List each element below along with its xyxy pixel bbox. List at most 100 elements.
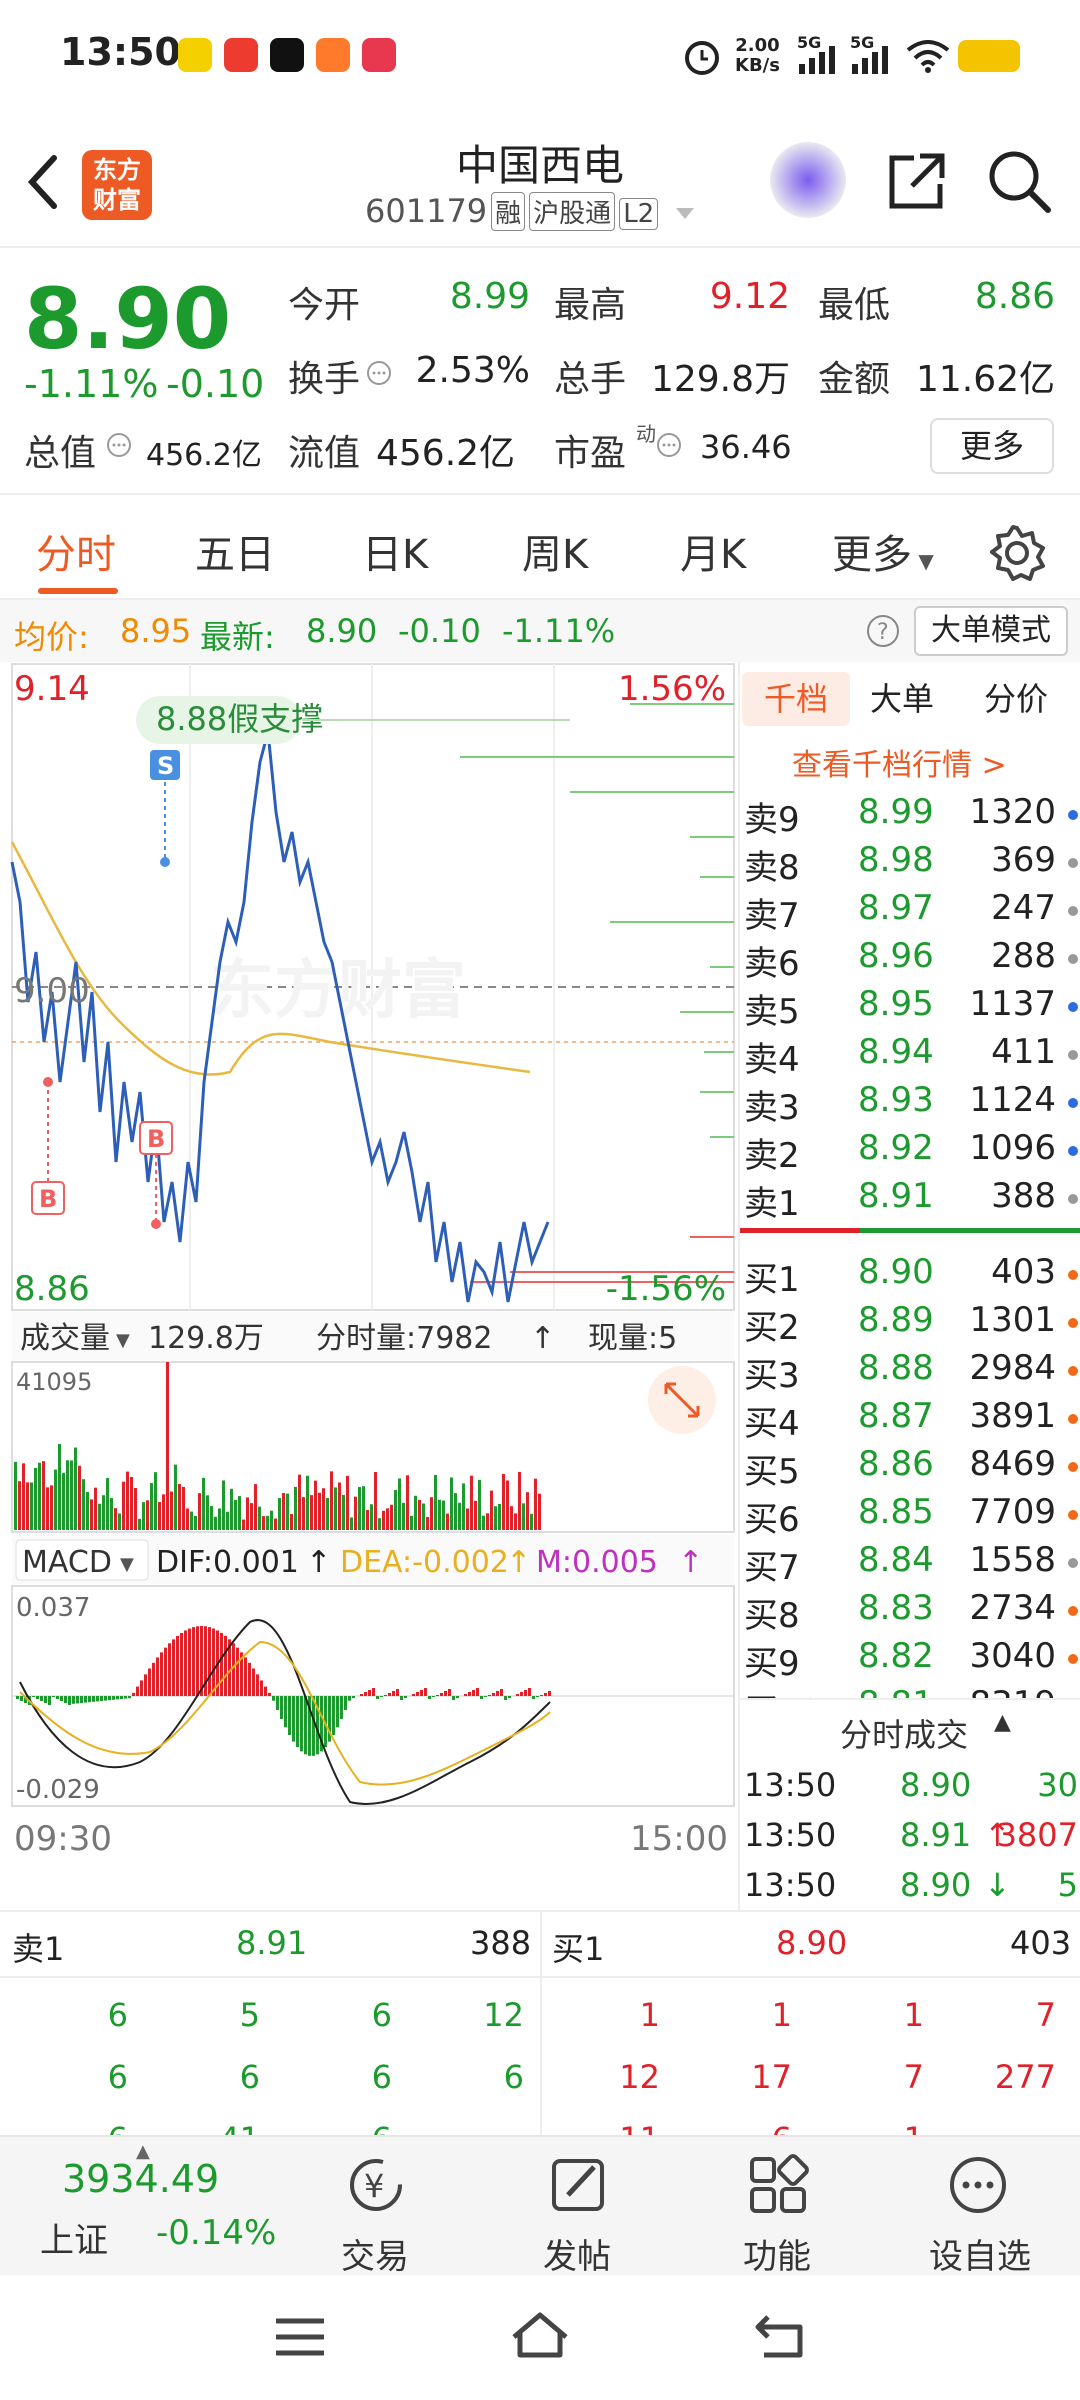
tab-daily-k[interactable]: 日K [362,522,428,580]
home-icon[interactable] [508,2309,572,2361]
bid-row[interactable]: 买2 8.89 1301 [740,1300,1080,1348]
add-watchlist-icon[interactable] [946,2153,1010,2217]
volume-bar [46,1487,49,1530]
volume-bar [130,1476,133,1530]
intraday-chart[interactable]: 东方财富 8.88假支撑 S B B 9.14 9.00 8.86 1.56% … [10,662,736,1910]
functions-icon[interactable] [746,2153,810,2217]
volume-bar [82,1479,85,1530]
help-icon[interactable]: ? [866,614,900,648]
turnover-value: 2.53% [415,350,530,391]
settings-gear-icon[interactable] [988,524,1046,582]
tab-five-day[interactable]: 五日 [195,522,275,580]
volume-bar [210,1506,213,1530]
trade-icon[interactable]: ¥ [342,2153,406,2217]
ask-row[interactable]: 卖8 8.98 369 [740,840,1080,888]
ask-volume: 288 [991,936,1056,976]
shop-app-icon [362,38,396,72]
volume-bar [194,1515,197,1530]
search-icon[interactable] [986,148,1052,214]
bid-row[interactable]: 买7 8.84 1558 [740,1540,1080,1588]
info-icon[interactable] [106,432,132,458]
volume-bar [442,1500,445,1530]
share-icon[interactable] [884,150,948,214]
macd-bar [508,1696,511,1698]
queue-sell-cell: 6 [239,2058,260,2096]
bottom-nav: 3934.49 ▲ 上证 -0.14% ¥ 交易 发帖 功能 设自选 [0,2135,1080,2278]
volume-bar [330,1471,333,1530]
macd-bar [52,1696,55,1697]
tab-price-distribution[interactable]: 分价 [984,672,1048,726]
info-icon[interactable] [366,360,392,386]
nav-trade[interactable]: 交易 [320,2229,430,2278]
bid-row[interactable]: 买1 8.90 403 [740,1252,1080,1300]
stock-code-line[interactable]: 601179 融沪股通 L2 [365,192,696,231]
macd-bar [504,1696,507,1700]
trade-price: 8.90 [900,1866,972,1904]
macd-bar [288,1696,291,1735]
bid-row[interactable]: 买9 8.82 3040 [740,1636,1080,1684]
macd-bar [76,1696,79,1704]
bid-row[interactable]: 买5 8.86 8469 [740,1444,1080,1492]
macd-bar [56,1696,59,1699]
network-speed: 2.00 KB/s [735,35,780,76]
menu-icon[interactable] [272,2315,328,2359]
latest-change: -0.10 [398,612,481,650]
trade-time: 13:50 [744,1766,837,1804]
tab-weekly-k[interactable]: 周K [522,522,588,580]
bid-row[interactable]: 买8 8.83 2734 [740,1588,1080,1636]
volume-bar [506,1480,509,1530]
ask-row[interactable]: 卖7 8.97 247 [740,888,1080,936]
view-level-link[interactable]: 查看千档行情 > [792,740,1007,784]
ask-row[interactable]: 卖1 8.91 388 [740,1176,1080,1224]
volume-bar [142,1502,145,1530]
nav-functions[interactable]: 功能 [722,2229,832,2278]
ask-dot [1068,954,1078,964]
big-order-mode-button[interactable]: 大单模式 [914,606,1068,656]
bid-row[interactable]: 买3 8.88 2984 [740,1348,1080,1396]
volume-bar [198,1493,201,1530]
volume-label[interactable]: 成交量 [20,1321,110,1356]
volume-bar [158,1502,161,1530]
ask-row[interactable]: 卖9 8.99 1320 [740,792,1080,840]
ask-row[interactable]: 卖2 8.92 1096 [740,1128,1080,1176]
tag-connect: 沪股通 [529,192,616,231]
ask-row[interactable]: 卖3 8.93 1124 [740,1080,1080,1128]
info-icon[interactable] [656,432,682,458]
macd-bar [152,1662,155,1696]
avg-value: 8.95 [120,612,192,650]
bid-volume: 403 [991,1252,1056,1292]
bid-row[interactable]: 买4 8.87 3891 [740,1396,1080,1444]
tab-monthly-k[interactable]: 月K [680,522,746,580]
volume-bar [190,1511,193,1530]
current-volume: 现量:5 [588,1321,677,1356]
tab-thousand-level[interactable]: 千档 [742,672,850,726]
macd-label[interactable]: MACD [22,1545,112,1580]
tab-intraday[interactable]: 分时 [36,522,116,580]
ask-row[interactable]: 卖5 8.95 1137 [740,984,1080,1032]
index-ticker[interactable]: 3934.49 ▲ 上证 -0.14% [18,2141,278,2267]
tab-big-order[interactable]: 大单 [870,672,934,726]
volume-bar [334,1487,337,1530]
nav-post[interactable]: 发帖 [522,2229,632,2278]
volume-bar [14,1461,17,1530]
bid-price: 8.88 [858,1348,934,1388]
macd-bar [104,1696,107,1701]
wifi-icon [906,40,950,73]
bid-volume: 1558 [969,1540,1056,1580]
volume-bar [170,1491,173,1530]
ask-row[interactable]: 卖4 8.94 411 [740,1032,1080,1080]
bid-row[interactable]: 买6 8.85 7709 [740,1492,1080,1540]
macd-bar [424,1688,427,1696]
ask-row[interactable]: 卖6 8.96 288 [740,936,1080,984]
ai-assistant-icon[interactable] [770,142,846,218]
queue-buy-cell: 1 [903,1996,924,2034]
volume-bar [118,1513,121,1530]
trades-header[interactable]: 分时成交 ▲ [740,1698,1080,1758]
back-icon[interactable] [752,2311,808,2359]
nav-add-watchlist[interactable]: 设自选 [920,2229,1040,2278]
macd-bar [492,1693,495,1696]
macd-bar [312,1696,315,1756]
post-icon[interactable] [546,2153,610,2217]
more-quote-button[interactable]: 更多 [930,418,1054,474]
tab-more[interactable]: 更多 ▼ [832,522,934,580]
